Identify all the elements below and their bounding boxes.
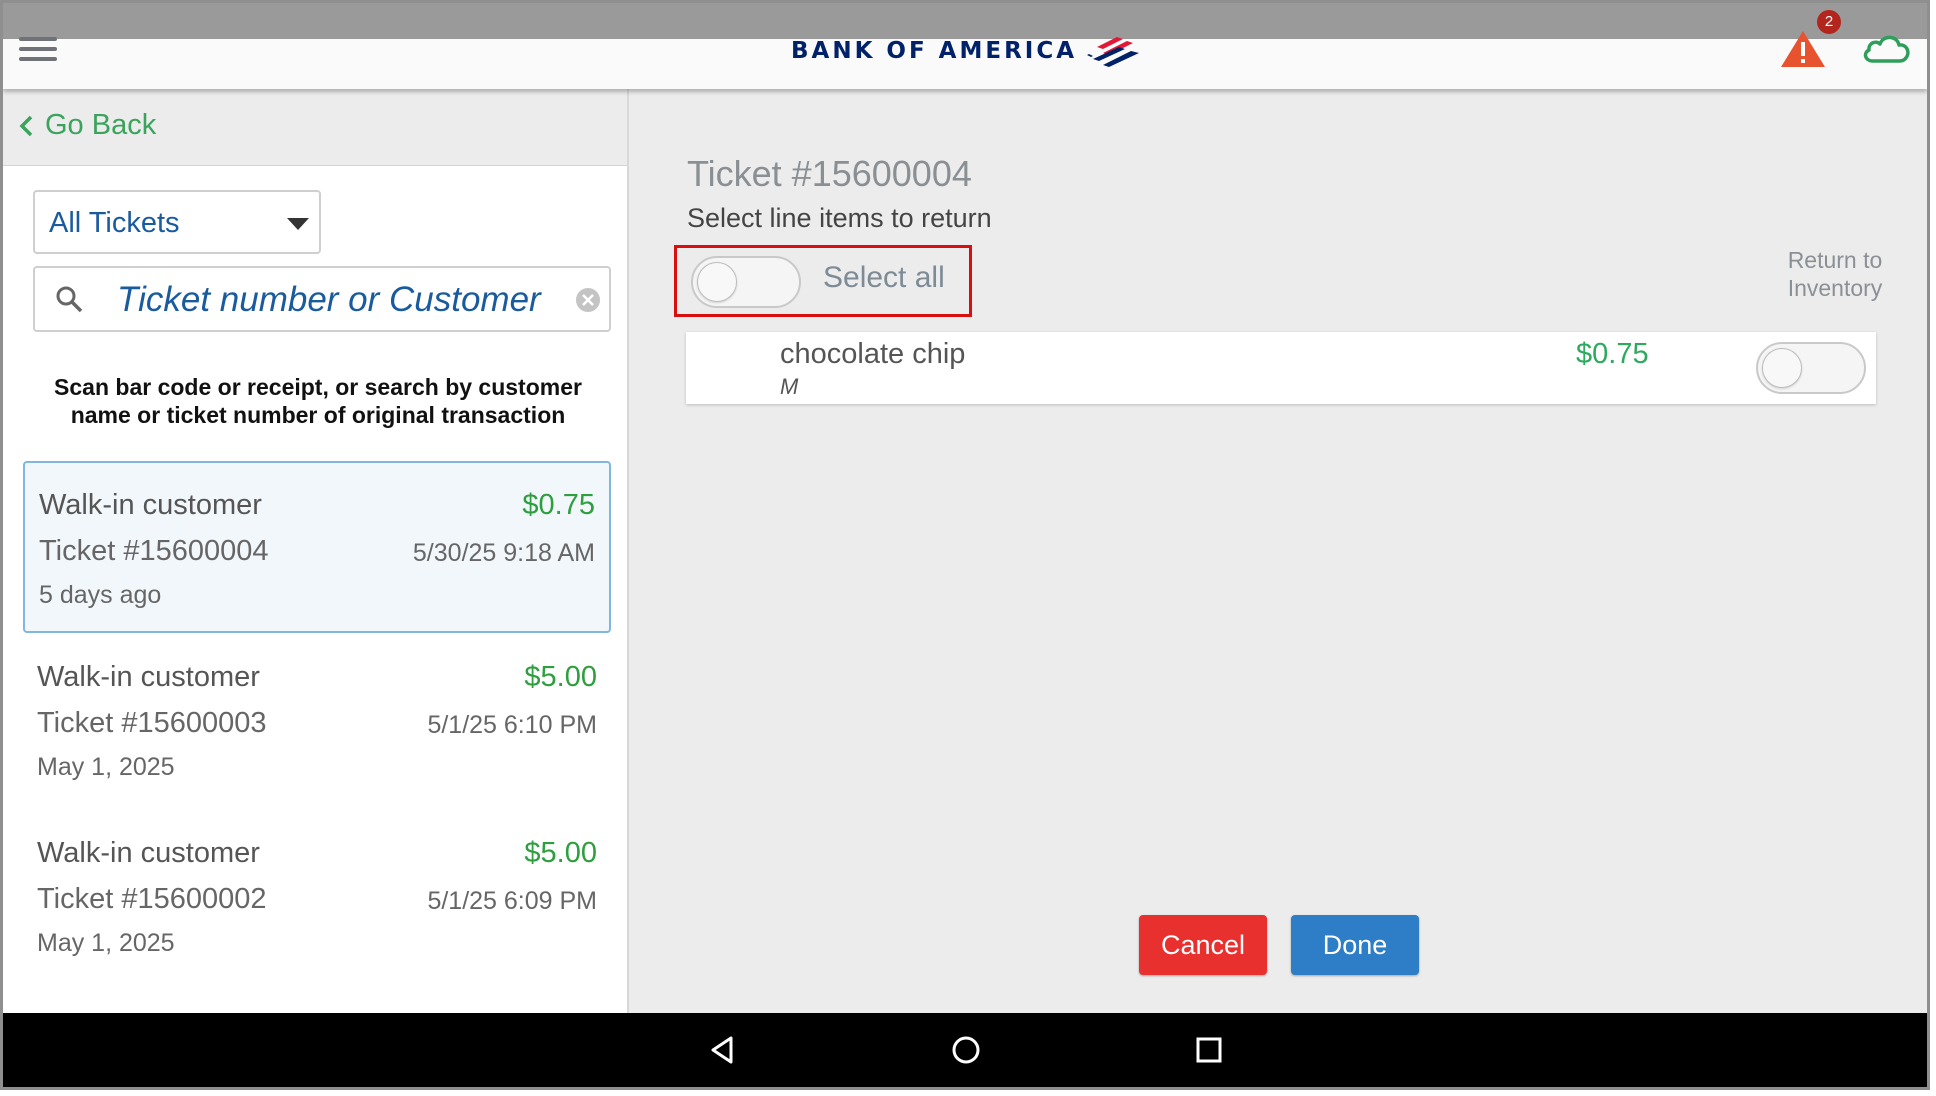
return-to-inventory-header: Return to Inventory [1787, 247, 1883, 301]
menu-icon[interactable] [19, 37, 57, 61]
ticket-row-selected[interactable]: Walk-in customer $0.75 Ticket #15600004 … [23, 461, 611, 633]
recents-nav-icon[interactable] [1189, 1030, 1229, 1070]
system-nav-bar [3, 1013, 1927, 1087]
select-all-toggle[interactable] [691, 256, 801, 308]
ticket-amount: $0.75 [522, 489, 595, 521]
ticket-number: Ticket #15600004 [39, 535, 269, 567]
ticket-filter-dropdown[interactable]: All Tickets [33, 190, 321, 254]
ticket-list-panel: Go Back All Tickets Scan bar code or rec… [3, 89, 629, 1013]
select-all-highlight: Select all [674, 245, 972, 317]
ticket-number: Ticket #15600002 [37, 883, 267, 915]
ticket-subtitle: Select line items to return [687, 203, 992, 233]
ticket-row[interactable]: Walk-in customer $5.00 Ticket #15600003 … [23, 635, 611, 807]
alert-count-badge: 2 [1817, 10, 1841, 34]
ticket-relative-date: 5 days ago [39, 581, 162, 609]
cloud-icon[interactable] [1861, 31, 1913, 65]
toggle-knob [697, 262, 737, 302]
ticket-datetime: 5/30/25 9:18 AM [412, 539, 595, 567]
return-to-inventory-toggle[interactable] [1756, 342, 1866, 394]
ticket-relative-date: May 1, 2025 [37, 929, 175, 957]
flag-icon [1087, 37, 1140, 67]
go-back-button[interactable]: Go Back [19, 109, 156, 142]
line-item-name: chocolate chip [780, 338, 966, 370]
ticket-datetime: 5/1/25 6:09 PM [427, 887, 597, 915]
ticket-customer: Walk-in customer [37, 661, 260, 693]
ticket-detail-panel: Ticket #15600004 Select line items to re… [629, 89, 1927, 1013]
line-item-price: $0.75 [1576, 338, 1649, 370]
ticket-relative-date: May 1, 2025 [37, 753, 175, 781]
ticket-row[interactable]: Walk-in customer $5.00 Ticket #15600002 … [23, 811, 611, 983]
select-all-label: Select all [823, 261, 945, 294]
search-box [33, 266, 611, 332]
search-instructions: Scan bar code or receipt, or search by c… [54, 374, 582, 428]
ticket-customer: Walk-in customer [37, 837, 260, 869]
chevron-left-icon [19, 115, 33, 136]
ticket-amount: $5.00 [524, 661, 597, 693]
caret-down-icon [287, 218, 309, 230]
brand-name: BANK OF AMERICA [791, 38, 1078, 64]
home-nav-icon[interactable] [946, 1030, 986, 1070]
ticket-title: Ticket #15600004 [687, 153, 972, 194]
ticket-amount: $5.00 [524, 837, 597, 869]
back-nav-icon[interactable] [703, 1030, 743, 1070]
brand-logo: BANK OF AMERICA [791, 33, 1145, 69]
go-back-label: Go Back [45, 109, 157, 141]
toggle-knob [1762, 348, 1802, 388]
ticket-filter-value: All Tickets [49, 207, 180, 239]
ticket-customer: Walk-in customer [39, 489, 262, 521]
ticket-number: Ticket #15600003 [37, 707, 267, 739]
go-back-bar: Go Back [3, 89, 627, 166]
clear-search-icon[interactable] [575, 287, 601, 313]
cancel-button[interactable]: Cancel [1139, 915, 1267, 975]
ticket-datetime: 5/1/25 6:10 PM [427, 711, 597, 739]
line-item-row: chocolate chip M $0.75 [686, 332, 1876, 404]
warning-icon[interactable] [1779, 29, 1827, 69]
line-item-variant: M [780, 374, 799, 399]
search-icon [56, 286, 83, 313]
done-button[interactable]: Done [1291, 915, 1419, 975]
device-frame: BANK OF AMERICA 2 Go Back All Tickets Ti… [0, 0, 1930, 1090]
search-input[interactable] [117, 278, 547, 322]
